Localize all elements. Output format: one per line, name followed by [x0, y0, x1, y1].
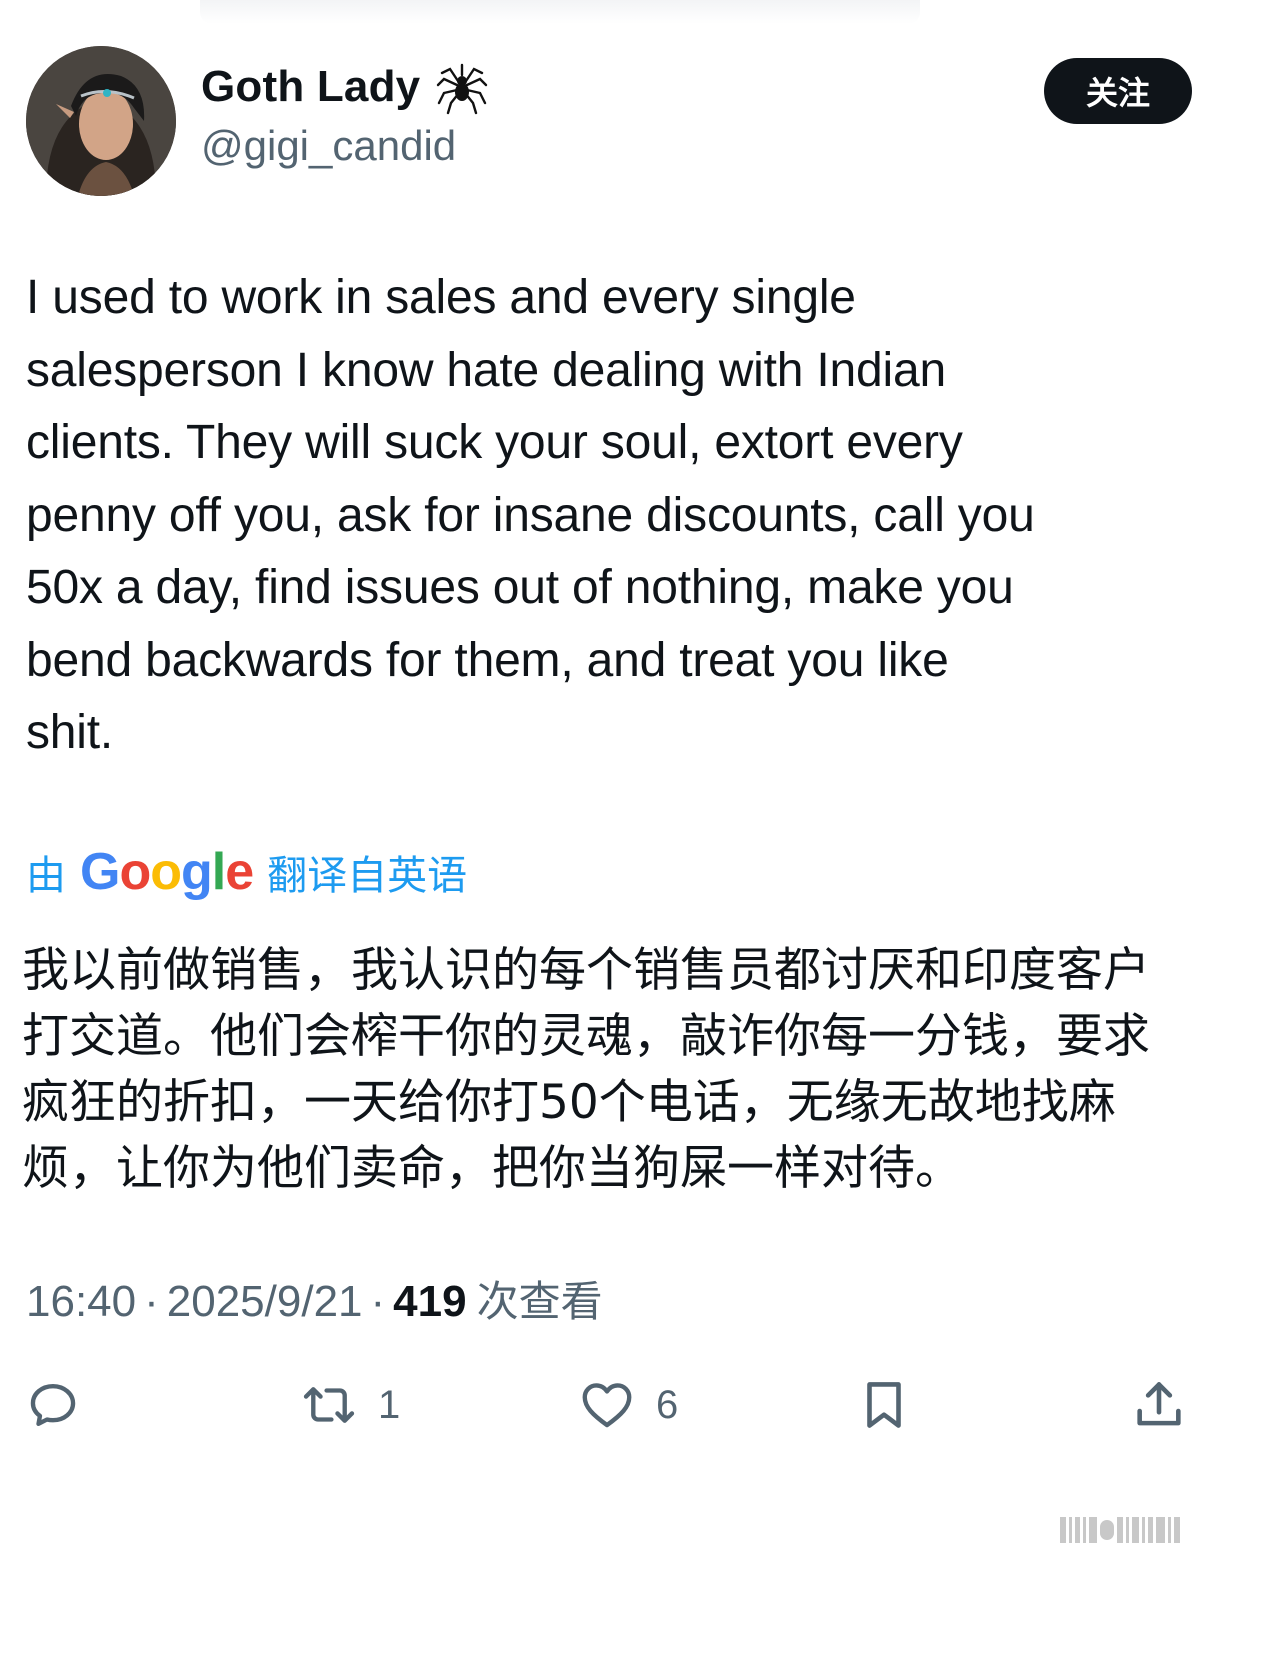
tweet-time[interactable]: 16:40: [26, 1277, 136, 1327]
bookmark-button[interactable]: [855, 1365, 913, 1445]
retweet-count: 1: [378, 1382, 401, 1427]
tweet-text-line: penny off you, ask for insane discounts,…: [26, 488, 1035, 542]
tweet-text-line: salesperson I know hate dealing with Ind…: [26, 343, 946, 397]
follow-button[interactable]: 关注: [1044, 58, 1192, 124]
translation-prefix: 由: [26, 853, 66, 899]
meta-separator: ·: [370, 1277, 386, 1326]
share-button[interactable]: [1130, 1365, 1188, 1445]
tweet-text-line: I used to work in sales and every single: [26, 271, 856, 324]
translation-suffix: 翻译自英语: [267, 853, 468, 899]
tweet-text-line: 50x a day, find issues out of nothing, m…: [26, 561, 1014, 614]
retweet-icon: [303, 1387, 355, 1423]
google-letter: g: [180, 843, 213, 901]
reply-button[interactable]: [24, 1365, 82, 1445]
heart-icon: [582, 1383, 632, 1428]
tweet-header: Goth Lady @gigi_candid 关注: [26, 46, 1236, 196]
spider-icon: [434, 59, 490, 115]
like-button[interactable]: 6: [578, 1365, 678, 1445]
tweet-text-line: shit.: [26, 706, 114, 759]
display-name-row: Goth Lady: [201, 56, 490, 118]
views-count[interactable]: 419: [393, 1277, 466, 1327]
google-letter: G: [80, 843, 120, 901]
tweet-actions: 1 6: [0, 1365, 1280, 1445]
bookmark-icon: [867, 1382, 901, 1428]
watermark-barcode: [1060, 1515, 1180, 1545]
avatar-image: [26, 46, 176, 196]
google-logo: Google: [80, 842, 254, 902]
translated-text-line: 烦，让你为他们卖命，把你当狗屎一样对待。: [22, 1141, 962, 1196]
tweet-text: I used to work in sales and every single…: [26, 262, 1206, 770]
google-letter: o: [119, 843, 151, 901]
tweet-date[interactable]: 2025/9/21: [167, 1277, 363, 1327]
google-letter: l: [211, 843, 226, 901]
translated-text-line: 我以前做销售，我认识的每个销售员都讨厌和印度客户: [22, 943, 1150, 998]
share-icon: [1137, 1382, 1181, 1426]
translated-text-line: 打交道。他们会榨干你的灵魂，敲诈你每一分钱，要求: [22, 1009, 1150, 1064]
tweet-text-line: bend backwards for them, and treat you l…: [26, 633, 949, 687]
tweet-meta: 16:40 · 2025/9/21 · 419 次查看: [26, 1268, 603, 1329]
google-letter: e: [225, 843, 254, 901]
translated-text-line: 疯狂的折扣，一天给你打50个电话，无缘无故地找麻: [22, 1075, 1116, 1130]
display-name[interactable]: Goth Lady: [201, 62, 420, 112]
reply-icon: [30, 1383, 76, 1427]
top-scroll-strip: [200, 0, 920, 24]
meta-separator: ·: [144, 1277, 159, 1326]
translation-attribution[interactable]: 由 Google 翻译自英语: [26, 840, 467, 904]
google-letter: o: [150, 843, 182, 901]
translated-text: 我以前做销售，我认识的每个销售员都讨厌和印度客户 打交道。他们会榨干你的灵魂，敲…: [22, 938, 1212, 1202]
views-label: 次查看: [476, 1277, 603, 1326]
author-names: Goth Lady @gigi_candid: [201, 56, 490, 170]
like-count: 6: [656, 1382, 679, 1427]
retweet-button[interactable]: 1: [300, 1365, 400, 1445]
author-handle[interactable]: @gigi_candid: [201, 122, 490, 170]
avatar[interactable]: [26, 46, 176, 196]
tweet-text-line: clients. They will suck your soul, extor…: [26, 416, 963, 469]
